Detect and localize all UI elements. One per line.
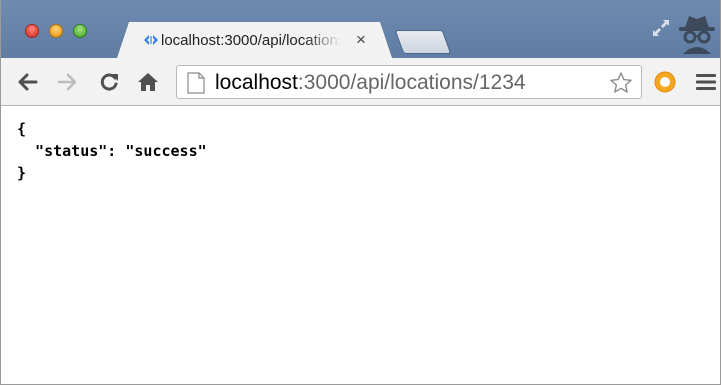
- json-status-line: "status": "success": [17, 142, 207, 160]
- bookmark-star-icon[interactable]: [609, 71, 633, 95]
- fullscreen-icon[interactable]: [651, 18, 671, 38]
- tab-close-icon[interactable]: ×: [356, 30, 366, 50]
- browser-window: localhost:3000/api/locations/1234 ×: [0, 0, 721, 385]
- url-text[interactable]: localhost:3000/api/locations/1234: [215, 71, 526, 95]
- forward-arrow-icon[interactable]: [56, 70, 80, 94]
- page-icon: [187, 72, 205, 94]
- incognito-icon: [679, 16, 715, 54]
- json-open-brace: {: [17, 120, 27, 138]
- url-path: :3000/api/locations/1234: [297, 71, 526, 94]
- code-arrows-icon: [143, 32, 159, 48]
- close-window-button[interactable]: [25, 24, 39, 38]
- page-content: { "status": "success" }: [1, 106, 720, 384]
- url-host: localhost: [215, 71, 298, 94]
- tab-active[interactable]: localhost:3000/api/locations/1234 ×: [117, 22, 392, 58]
- toolbar: localhost:3000/api/locations/1234: [1, 58, 720, 106]
- address-bar[interactable]: localhost:3000/api/locations/1234: [176, 65, 642, 99]
- new-tab-button[interactable]: [394, 30, 452, 54]
- minimize-window-button[interactable]: [49, 24, 63, 38]
- home-icon[interactable]: [136, 70, 160, 94]
- reload-icon[interactable]: [97, 70, 121, 94]
- back-arrow-icon[interactable]: [15, 70, 39, 94]
- extension-icon[interactable]: [653, 70, 677, 94]
- menu-icon[interactable]: [695, 72, 717, 92]
- json-body: { "status": "success" }: [17, 118, 207, 184]
- tab-title: localhost:3000/api/locations/1234: [161, 32, 338, 49]
- title-bar: localhost:3000/api/locations/1234 ×: [1, 0, 720, 58]
- maximize-window-button[interactable]: [73, 24, 87, 38]
- json-close-brace: }: [17, 164, 27, 182]
